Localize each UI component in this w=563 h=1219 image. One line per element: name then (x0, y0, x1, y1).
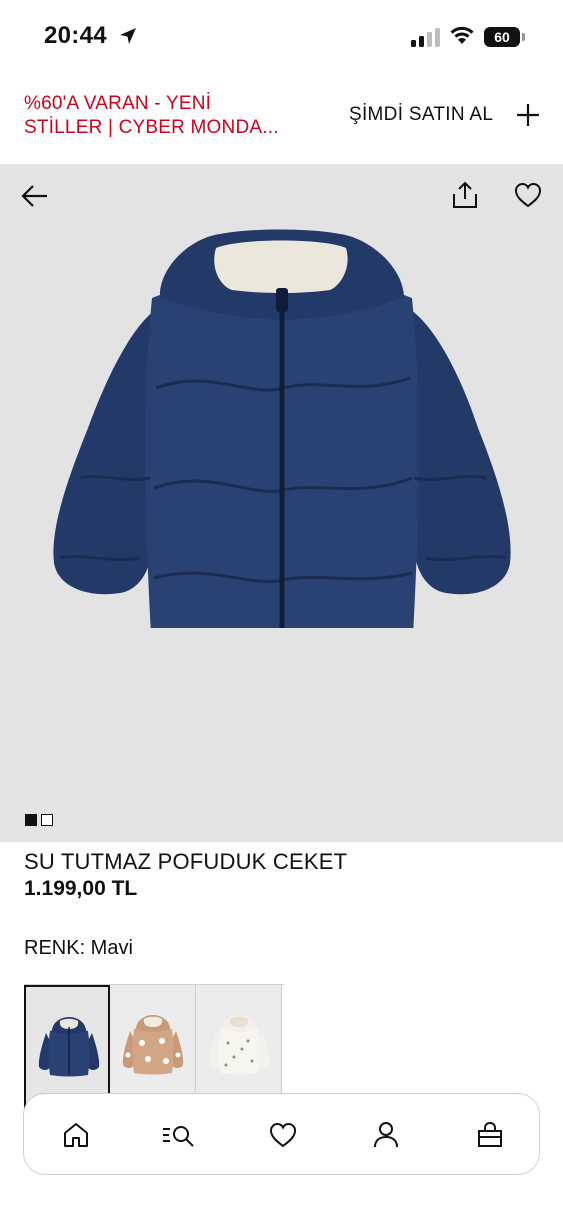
promo-line-1: %60'A VARAN - YENİ (24, 93, 212, 114)
promo-line-2: STİLLER | CYBER MONDA... (24, 117, 279, 138)
share-icon[interactable] (450, 180, 480, 210)
shop-now-link[interactable]: ŞİMDİ SATIN AL (349, 104, 493, 126)
status-time: 20:44 (44, 22, 107, 49)
promo-banner[interactable]: %60'A VARAN - YENİ STİLLER | CYBER MONDA… (0, 70, 563, 164)
swatch-beige-jacket (122, 1015, 184, 1075)
gallery-dot-2[interactable] (41, 814, 53, 826)
gallery-pagination[interactable] (25, 813, 57, 831)
plus-icon[interactable] (515, 102, 541, 128)
favorite-heart-icon[interactable] (513, 181, 543, 209)
promo-text[interactable]: %60'A VARAN - YENİ STİLLER | CYBER MONDA… (24, 92, 314, 140)
heart-icon[interactable] (268, 1120, 298, 1150)
cellular-signal-icon (411, 28, 440, 47)
bottom-navigation-bar (23, 1093, 540, 1175)
status-bar: 20:44 60 (0, 0, 563, 70)
swatch-beige-print[interactable] (110, 985, 196, 1109)
swatch-navy[interactable] (24, 985, 110, 1109)
battery-indicator: 60 (484, 27, 526, 47)
swatch-cream-jacket (208, 1015, 270, 1075)
product-price: 1.199,00 TL (24, 877, 138, 900)
jacket-product-photo (53, 229, 511, 628)
swatch-cream-print[interactable] (196, 985, 282, 1109)
home-icon[interactable] (61, 1120, 91, 1150)
product-name: SU TUTMAZ POFUDUK CEKET (24, 849, 348, 874)
swatch-navy-jacket (38, 1017, 100, 1077)
color-swatches (24, 984, 284, 1109)
product-image-gallery[interactable] (0, 164, 563, 842)
bag-icon[interactable] (475, 1120, 505, 1150)
battery-level: 60 (484, 27, 520, 47)
account-icon[interactable] (371, 1120, 401, 1150)
wifi-icon (450, 26, 474, 44)
battery-cap (522, 33, 525, 41)
color-label: RENK: Mavi (24, 937, 133, 959)
search-icon[interactable] (161, 1120, 197, 1150)
back-arrow-icon[interactable] (20, 182, 50, 210)
gallery-dot-1[interactable] (25, 814, 37, 826)
location-arrow-icon (120, 28, 136, 44)
